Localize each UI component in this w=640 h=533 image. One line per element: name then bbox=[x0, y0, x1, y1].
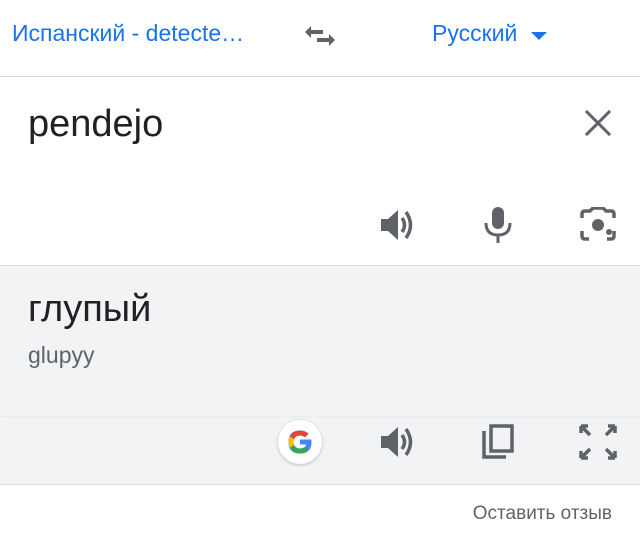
microphone-icon bbox=[484, 207, 512, 243]
camera-icon bbox=[580, 207, 616, 241]
language-bar: Испанский - detecte… Русский bbox=[0, 0, 640, 77]
listen-source-button[interactable] bbox=[376, 203, 420, 247]
fullscreen-button[interactable] bbox=[576, 420, 620, 464]
swap-languages-button[interactable] bbox=[300, 16, 340, 56]
speaker-icon bbox=[381, 210, 413, 240]
speaker-icon bbox=[381, 427, 413, 457]
google-logo-icon bbox=[288, 430, 312, 454]
swap-languages-icon bbox=[305, 26, 335, 46]
source-text-input[interactable]: pendejo bbox=[28, 103, 163, 146]
translate-screen: Испанский - detecte… Русский pendejo глу… bbox=[0, 0, 640, 533]
camera-input-button[interactable] bbox=[576, 203, 620, 247]
chevron-down-icon bbox=[531, 31, 548, 40]
divider bbox=[0, 416, 640, 418]
clear-button[interactable] bbox=[578, 103, 618, 143]
voice-input-button[interactable] bbox=[476, 203, 520, 247]
translation-text: глупый bbox=[28, 288, 152, 330]
source-language-selector[interactable]: Испанский - detecte… bbox=[12, 20, 244, 47]
footer: Оставить отзыв bbox=[0, 485, 640, 533]
send-feedback-link[interactable]: Оставить отзыв bbox=[473, 503, 612, 525]
source-language-label: Испанский - detecte… bbox=[12, 20, 245, 46]
result-panel: глупый glupyy bbox=[0, 266, 640, 485]
target-language-selector[interactable]: Русский bbox=[432, 20, 548, 47]
listen-translation-button[interactable] bbox=[376, 420, 420, 464]
source-panel: pendejo bbox=[0, 77, 640, 266]
close-icon bbox=[584, 109, 612, 137]
copy-button[interactable] bbox=[476, 420, 520, 464]
target-language-label: Русский bbox=[432, 20, 518, 46]
copy-icon bbox=[482, 424, 514, 459]
transliteration-text: glupyy bbox=[28, 342, 95, 368]
google-search-button[interactable] bbox=[278, 420, 322, 464]
fullscreen-icon bbox=[579, 424, 617, 460]
